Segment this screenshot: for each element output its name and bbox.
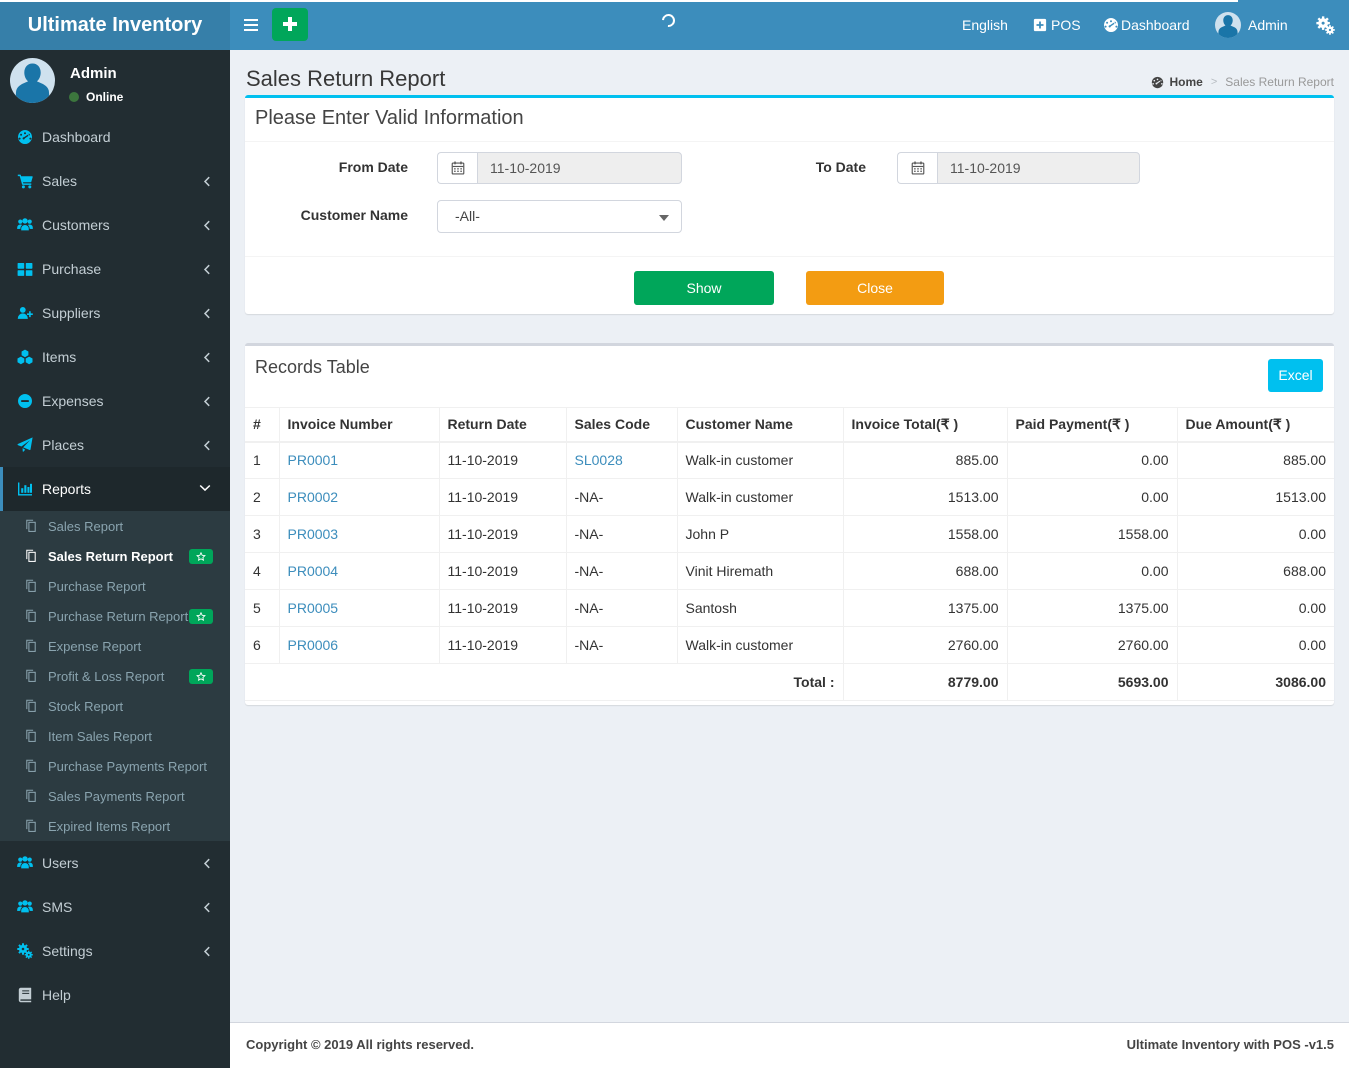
svg-text:Online: Online [86,91,124,103]
